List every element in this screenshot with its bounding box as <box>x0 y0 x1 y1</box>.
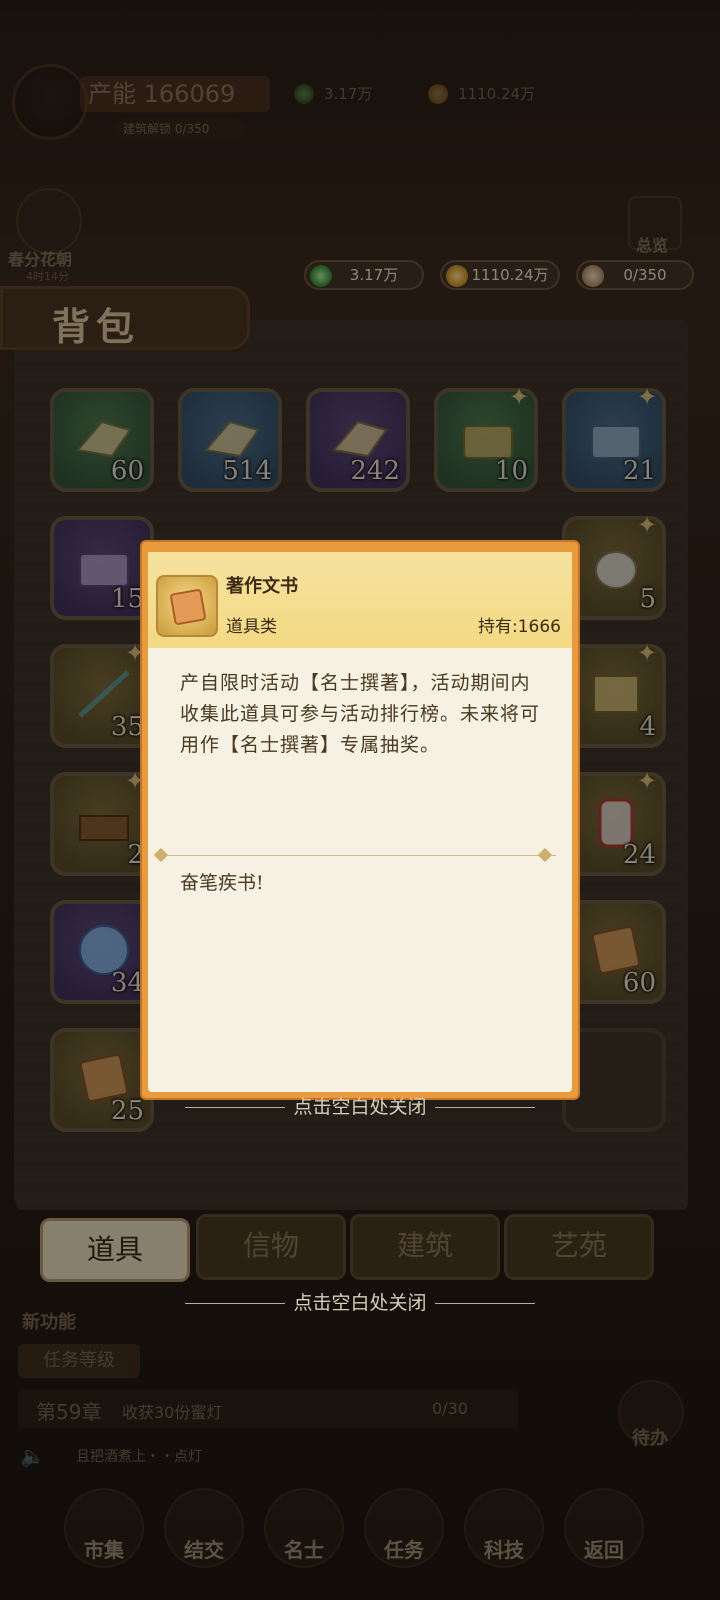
close-hint-text: 点击空白处关闭 <box>293 1292 427 1314</box>
item-name: 著作文书 <box>226 576 298 597</box>
close-hint-lower[interactable]: 点击空白处关闭 <box>0 1288 720 1315</box>
hint-line-right <box>434 1107 535 1108</box>
hint-line-left <box>185 1107 286 1108</box>
item-type: 道具类 <box>226 617 277 637</box>
item-holding: 持有:1666 <box>478 617 561 637</box>
item-flavor-text: 奋笔疾书! <box>180 872 264 894</box>
close-hint[interactable]: 点击空白处关闭 <box>0 1092 720 1119</box>
hint-line-left <box>185 1303 286 1304</box>
item-description: 产自限时活动【名士撰著】，活动期间内收集此道具可参与活动排行榜。未来将可用作【名… <box>180 672 541 756</box>
manuscript-icon <box>156 575 218 637</box>
popup-divider <box>160 855 556 856</box>
scroll-icon <box>169 588 207 626</box>
hint-line-right <box>434 1303 535 1304</box>
close-hint-text: 点击空白处关闭 <box>293 1096 427 1118</box>
